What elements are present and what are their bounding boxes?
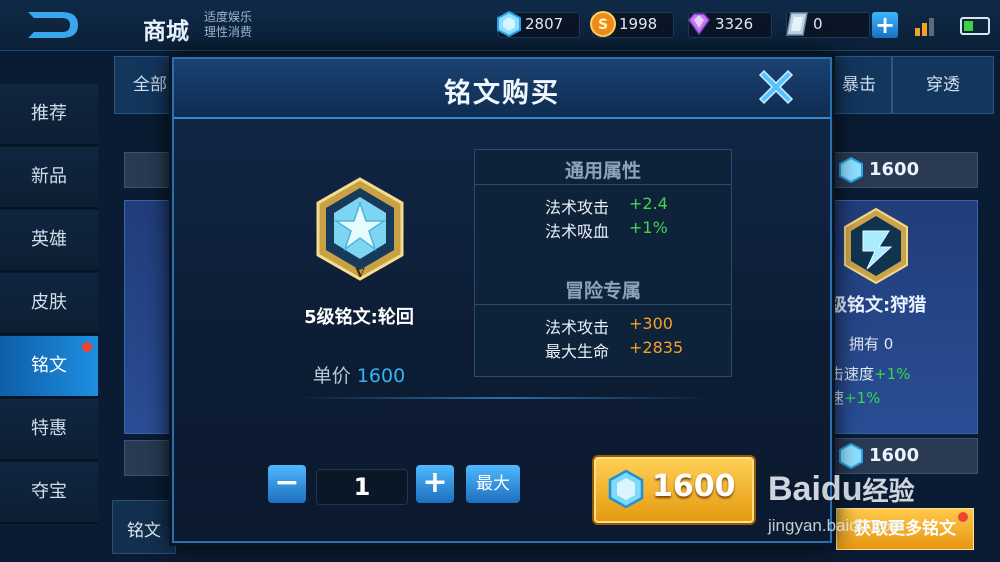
bottom-filter-label: 铭文 <box>127 521 161 541</box>
watermark-brand2: du <box>820 470 863 508</box>
right-card[interactable]: 级铭文:狩猎 拥有 0 击速度+1% 速+1% <box>828 200 978 434</box>
diamond-icon <box>839 442 863 470</box>
sidebar-item-recommend[interactable]: 推荐 <box>0 84 98 146</box>
gold-amount: 1998 <box>619 15 658 33</box>
tab-pierce[interactable]: 穿透 <box>892 56 994 114</box>
inscription-rebirth-icon: V <box>316 177 404 281</box>
bottom-filter-bar: 铭文 <box>112 500 176 554</box>
close-icon[interactable] <box>754 65 798 109</box>
divider <box>294 397 714 399</box>
attribute-name: 最大生命 <box>545 342 610 361</box>
sidebar-item-heroes[interactable]: 英雄 <box>0 210 98 272</box>
increase-quantity-button[interactable]: + <box>416 465 454 503</box>
attribute-value: +2.4 <box>629 194 668 213</box>
notification-dot <box>82 342 92 352</box>
gold-coin-icon: S <box>590 11 616 37</box>
diamond-icon <box>839 156 863 184</box>
battery-icon <box>960 17 990 35</box>
tab-crit[interactable]: 暴击 <box>826 56 892 114</box>
sidebar-item-deals[interactable]: 特惠 <box>0 399 98 461</box>
attributes-panel: 通用属性 法术攻击 +2.4 法术吸血 +1% 冒险专属 法术攻击 +300 最… <box>474 149 732 377</box>
purple-gem-icon <box>688 13 710 36</box>
right-card-name: 级铭文:狩猎 <box>829 295 927 316</box>
attribute-name: 法术吸血 <box>545 222 610 241</box>
svg-text:S: S <box>598 17 608 33</box>
diamond-icon <box>608 469 644 509</box>
diamond-amount: 2807 <box>525 15 564 33</box>
watermark-url: jingyan.baidu.com <box>768 516 906 535</box>
voucher-amount: 0 <box>813 15 823 33</box>
left-card <box>124 200 176 434</box>
inscription-hunt-icon <box>844 207 908 285</box>
buy-price: 1600 <box>652 469 736 504</box>
diamond-icon <box>497 10 521 38</box>
gem-counter: 3326 <box>688 12 772 38</box>
voucher-icon <box>786 12 808 36</box>
diamond-counter: 2807 <box>497 10 580 38</box>
sidebar-item-new[interactable]: 新品 <box>0 147 98 209</box>
unit-price-value: 1600 <box>356 365 406 387</box>
right-price-2: 1600 <box>869 445 920 466</box>
general-attributes-header: 通用属性 <box>564 160 641 182</box>
sidebar: 推荐 新品 英雄 皮肤 铭文 特惠 夺宝 <box>0 84 100 562</box>
right-attr2-value: +1% <box>844 389 881 407</box>
sidebar-item-label: 铭文 <box>31 355 67 376</box>
subtitle-line-1: 适度娱乐 <box>204 10 253 24</box>
left-card-price-bar <box>124 152 176 188</box>
sidebar-item-treasure[interactable]: 夺宝 <box>0 462 98 524</box>
right-price-bar: 1600 <box>828 152 978 188</box>
page-title: 商城 <box>143 19 189 45</box>
svg-text:V: V <box>354 266 365 280</box>
adventure-attributes-header: 冒险专属 <box>564 280 641 302</box>
modal-title: 铭文购买 <box>444 78 560 109</box>
attribute-name: 法术攻击 <box>545 198 610 217</box>
gold-counter: S 1998 <box>590 11 674 38</box>
back-icon[interactable] <box>20 8 82 42</box>
gem-amount: 3326 <box>715 15 754 33</box>
decrease-quantity-button[interactable]: − <box>268 465 306 503</box>
unit-price: 单价 1600 <box>244 361 474 388</box>
item-name: 5级铭文:轮回 <box>304 307 414 328</box>
right-price-bar-2: 1600 <box>828 438 978 474</box>
quantity-input[interactable]: 1 <box>316 469 408 505</box>
baidu-watermark: Baidu经验 jingyan.baidu.com <box>766 470 966 550</box>
right-card-owned: 拥有 0 <box>849 335 894 353</box>
attribute-value: +2835 <box>629 338 684 357</box>
voucher-counter: 0 <box>786 12 870 38</box>
watermark-brand3: 经验 <box>862 476 915 506</box>
unit-price-label: 单价 <box>312 365 351 387</box>
buy-button[interactable]: 1600 <box>594 457 754 523</box>
sidebar-item-inscriptions[interactable]: 铭文 <box>0 336 98 398</box>
purchase-modal: 铭文购买 V 5级铭文:轮回 单价 1600 通用属性 法术攻击 +2.4 法术… <box>172 57 832 543</box>
watermark-brand: Bai <box>768 470 821 508</box>
sidebar-item-skins[interactable]: 皮肤 <box>0 273 98 335</box>
attribute-value: +1% <box>629 218 668 237</box>
attribute-value: +300 <box>629 314 673 333</box>
add-currency-button[interactable]: + <box>872 12 898 38</box>
max-quantity-button[interactable]: 最大 <box>466 465 520 503</box>
left-card-price-bar-2 <box>124 440 176 476</box>
signal-icon <box>915 18 934 36</box>
right-attr1-name: 击速度 <box>829 365 875 383</box>
attribute-name: 法术攻击 <box>545 318 610 337</box>
right-attr1-value: +1% <box>874 365 911 383</box>
page-subtitle: 适度娱乐 理性消费 <box>204 10 252 40</box>
right-price: 1600 <box>869 159 920 180</box>
subtitle-line-2: 理性消费 <box>204 25 253 39</box>
